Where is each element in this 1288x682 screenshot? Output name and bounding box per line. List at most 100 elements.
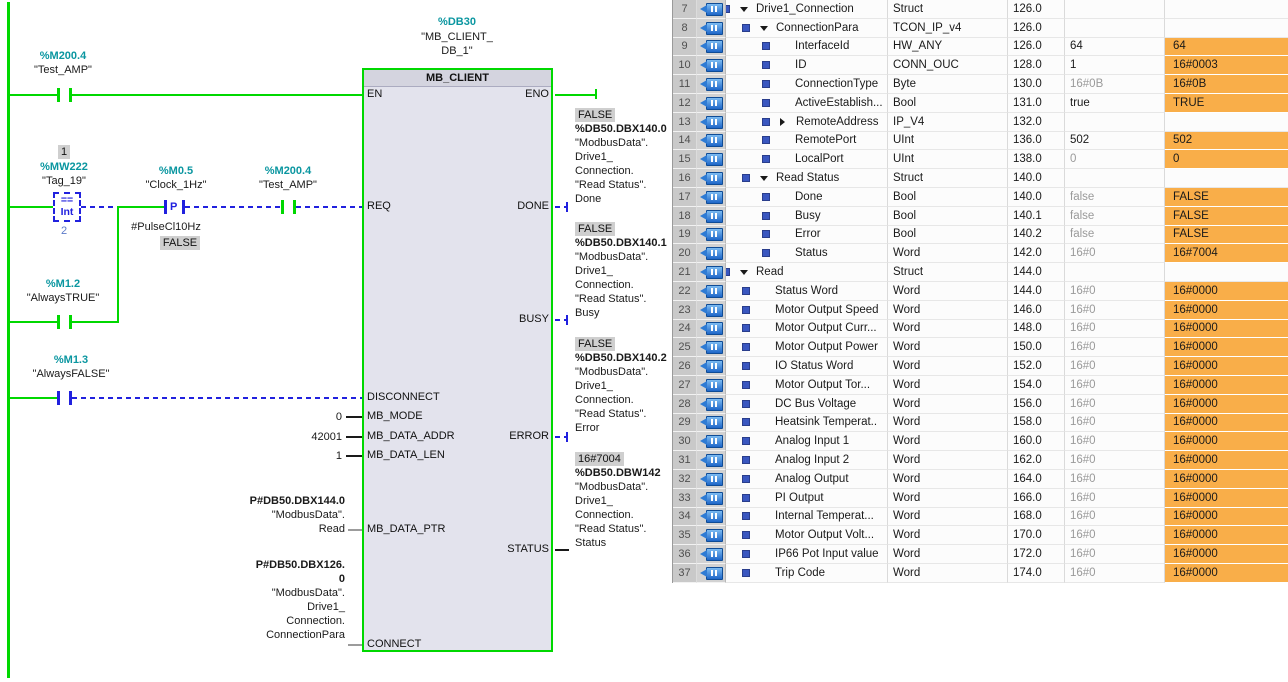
monitor-value-cell[interactable]: 16#0000 bbox=[1165, 508, 1288, 527]
variable-name[interactable]: ConnectionType bbox=[795, 75, 878, 93]
data-type-cell[interactable]: Word bbox=[888, 470, 1008, 489]
expand-triangle-icon[interactable] bbox=[780, 118, 785, 126]
pin-done[interactable]: DONE bbox=[430, 200, 549, 213]
monitor-value-cell[interactable]: FALSE bbox=[1165, 207, 1288, 226]
data-type-cell[interactable]: Word bbox=[888, 451, 1008, 470]
start-value-cell[interactable]: 1 bbox=[1065, 56, 1165, 75]
row-number[interactable]: 30 bbox=[673, 432, 697, 451]
contact-operand[interactable]: %M1.3 bbox=[11, 354, 131, 367]
collapse-triangle-icon[interactable] bbox=[740, 270, 748, 275]
compare-block[interactable]: == Int bbox=[53, 192, 81, 222]
name-cell[interactable]: ID bbox=[726, 56, 888, 75]
monitor-value-cell[interactable]: 16#0000 bbox=[1165, 451, 1288, 470]
monitor-value-cell[interactable] bbox=[1165, 0, 1288, 19]
name-cell[interactable]: PI Output bbox=[726, 489, 888, 508]
start-value-cell[interactable]: 16#0 bbox=[1065, 338, 1165, 357]
mb-data-addr-value[interactable]: 42001 bbox=[311, 430, 342, 444]
pin-disconnect[interactable]: DISCONNECT bbox=[367, 391, 440, 404]
monitor-value-cell[interactable]: 16#0000 bbox=[1165, 376, 1288, 395]
compare-operand[interactable]: %MW222 bbox=[4, 161, 124, 174]
start-value-cell[interactable]: 16#0 bbox=[1065, 451, 1165, 470]
row-number[interactable]: 14 bbox=[673, 132, 697, 151]
pin-status[interactable]: STATUS bbox=[430, 543, 549, 556]
table-row-30[interactable]: 30Analog Input 1Word160.016#016#0000 bbox=[673, 432, 1288, 451]
name-cell[interactable]: Motor Output Speed bbox=[726, 301, 888, 320]
variable-name[interactable]: RemoteAddress bbox=[796, 113, 878, 131]
pin-mb_data_ptr[interactable]: MB_DATA_PTR bbox=[367, 523, 445, 536]
contact-operand[interactable]: %M1.2 bbox=[3, 278, 123, 291]
table-row-7[interactable]: 7Drive1_ConnectionStruct▤126.0 bbox=[673, 0, 1288, 19]
variable-name[interactable]: Internal Temperat... bbox=[775, 508, 874, 526]
variable-name[interactable]: Done bbox=[795, 188, 823, 206]
data-type-cell[interactable]: Bool bbox=[888, 94, 1008, 113]
compare-monitor[interactable]: 1 bbox=[4, 145, 124, 159]
data-type-cell[interactable]: Word bbox=[888, 320, 1008, 339]
name-cell[interactable]: IO Status Word bbox=[726, 357, 888, 376]
variable-name[interactable]: Motor Output Volt... bbox=[775, 526, 874, 544]
start-value-cell[interactable]: 16#0 bbox=[1065, 545, 1165, 564]
table-row-35[interactable]: 35Motor Output Volt...Word170.016#016#00… bbox=[673, 526, 1288, 545]
row-number[interactable]: 13 bbox=[673, 113, 697, 132]
mb-client-block[interactable]: MB_CLIENT bbox=[362, 68, 553, 652]
variable-name[interactable]: Heatsink Temperat.. bbox=[775, 414, 877, 432]
monitor-value-cell[interactable]: 16#0000 bbox=[1165, 432, 1288, 451]
table-row-23[interactable]: 23Motor Output SpeedWord146.016#016#0000 bbox=[673, 301, 1288, 320]
name-cell[interactable]: Drive1_Connection bbox=[726, 0, 888, 19]
row-number[interactable]: 8 bbox=[673, 19, 697, 38]
name-cell[interactable]: RemotePort bbox=[726, 132, 888, 151]
start-value-cell[interactable]: 16#0B bbox=[1065, 75, 1165, 94]
name-cell[interactable]: Error bbox=[726, 226, 888, 245]
start-value-cell[interactable]: true bbox=[1065, 94, 1165, 113]
table-row-32[interactable]: 32Analog OutputWord164.016#016#0000 bbox=[673, 470, 1288, 489]
start-value-cell[interactable]: 16#0 bbox=[1065, 357, 1165, 376]
pin-connect[interactable]: CONNECT bbox=[367, 638, 421, 651]
name-cell[interactable]: Analog Input 1 bbox=[726, 432, 888, 451]
start-value-cell[interactable]: 16#0 bbox=[1065, 508, 1165, 527]
data-type-cell[interactable]: CONN_OUC bbox=[888, 56, 1008, 75]
variable-name[interactable]: Analog Input 2 bbox=[775, 451, 849, 469]
row-number[interactable]: 31 bbox=[673, 451, 697, 470]
data-type-cell[interactable]: Struct▤ bbox=[888, 0, 1008, 19]
monitor-value-cell[interactable]: 502 bbox=[1165, 132, 1288, 151]
row-number[interactable]: 36 bbox=[673, 545, 697, 564]
monitor-value-cell[interactable]: 16#0B bbox=[1165, 75, 1288, 94]
row-number[interactable]: 32 bbox=[673, 470, 697, 489]
name-cell[interactable]: Analog Output bbox=[726, 470, 888, 489]
start-value-cell[interactable]: 16#0 bbox=[1065, 376, 1165, 395]
data-type-cell[interactable]: Word bbox=[888, 282, 1008, 301]
start-value-cell[interactable]: 16#0 bbox=[1065, 414, 1165, 433]
variable-name[interactable]: DC Bus Voltage bbox=[775, 395, 856, 413]
row-number[interactable]: 17 bbox=[673, 188, 697, 207]
table-row-21[interactable]: 21ReadStruct144.0 bbox=[673, 263, 1288, 282]
data-type-cell[interactable]: Word bbox=[888, 414, 1008, 433]
monitor-value-cell[interactable]: 16#0000 bbox=[1165, 320, 1288, 339]
data-type-cell[interactable]: Word bbox=[888, 508, 1008, 527]
variable-name[interactable]: PI Output bbox=[775, 489, 824, 507]
data-type-cell[interactable]: Word bbox=[888, 395, 1008, 414]
start-value-cell[interactable]: 16#0 bbox=[1065, 282, 1165, 301]
monitor-value-cell[interactable]: 16#0000 bbox=[1165, 470, 1288, 489]
name-cell[interactable]: Status bbox=[726, 244, 888, 263]
name-cell[interactable]: Analog Input 2 bbox=[726, 451, 888, 470]
name-cell[interactable]: Motor Output Volt... bbox=[726, 526, 888, 545]
data-type-cell[interactable]: Word bbox=[888, 357, 1008, 376]
table-row-24[interactable]: 24Motor Output Curr...Word148.016#016#00… bbox=[673, 320, 1288, 339]
start-value-cell[interactable]: 64 bbox=[1065, 38, 1165, 57]
row-number[interactable]: 26 bbox=[673, 357, 697, 376]
start-value-cell[interactable]: 16#0 bbox=[1065, 489, 1165, 508]
name-cell[interactable]: Trip Code bbox=[726, 564, 888, 583]
name-cell[interactable]: RemoteAddress bbox=[726, 113, 888, 132]
data-type-cell[interactable]: Word bbox=[888, 564, 1008, 583]
instance-db-address[interactable]: %DB30 bbox=[397, 16, 517, 29]
table-row-34[interactable]: 34Internal Temperat...Word168.016#016#00… bbox=[673, 508, 1288, 527]
start-value-cell[interactable]: 502 bbox=[1065, 132, 1165, 151]
monitor-value-cell[interactable]: 16#0000 bbox=[1165, 545, 1288, 564]
p-edge-contact[interactable]: P bbox=[170, 201, 177, 213]
data-type-cell[interactable]: TCON_IP_v4 bbox=[888, 19, 1008, 38]
row-number[interactable]: 34 bbox=[673, 508, 697, 527]
name-cell[interactable]: Motor Output Tor... bbox=[726, 376, 888, 395]
mb-mode-value[interactable]: 0 bbox=[336, 410, 342, 424]
pin-en[interactable]: EN bbox=[367, 88, 382, 101]
row-number[interactable]: 33 bbox=[673, 489, 697, 508]
start-value-cell[interactable]: 16#0 bbox=[1065, 301, 1165, 320]
